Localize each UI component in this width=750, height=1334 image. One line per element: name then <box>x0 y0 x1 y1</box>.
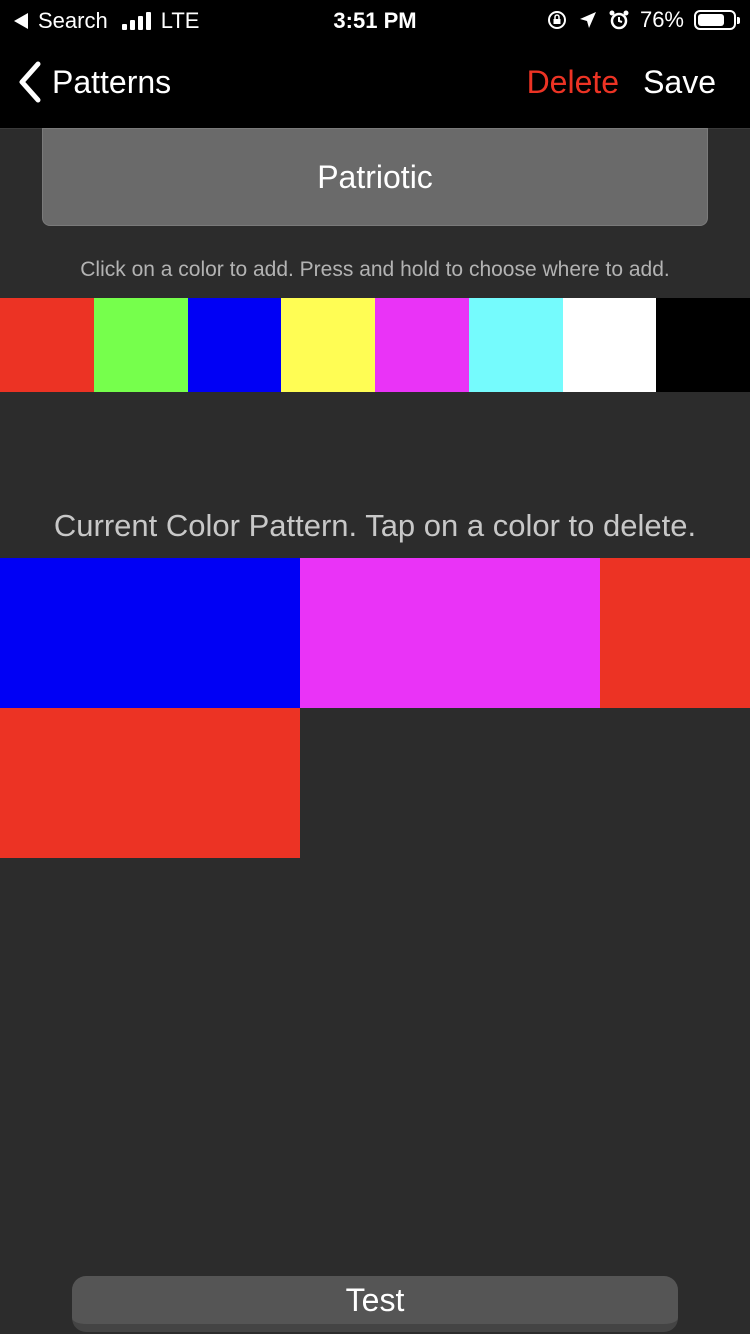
color-palette <box>0 298 750 392</box>
location-icon <box>579 12 596 28</box>
battery-icon <box>694 10 740 30</box>
add-color-hint: Click on a color to add. Press and hold … <box>80 258 670 281</box>
save-button[interactable]: Save <box>643 64 716 101</box>
orientation-lock-icon <box>547 11 566 29</box>
palette-swatch-cyan[interactable] <box>468 298 563 392</box>
navigation-bar: Patterns Delete Save <box>0 40 750 129</box>
palette-swatch-black[interactable] <box>656 298 750 392</box>
palette-swatch-yellow[interactable] <box>281 298 375 392</box>
pattern-cell-red[interactable] <box>600 558 750 708</box>
palette-swatch-green[interactable] <box>93 298 188 392</box>
current-pattern-label: Current Color Pattern. Tap on a color to… <box>53 508 697 543</box>
test-button[interactable]: Test <box>72 1276 678 1332</box>
palette-swatch-white[interactable] <box>562 298 657 392</box>
battery-percent: 76% <box>639 7 684 32</box>
pattern-name-field[interactable]: Patriotic <box>42 128 708 226</box>
screen: Search LTE 3:51 PM 76% Patterns Delete S… <box>0 0 750 1334</box>
delete-button[interactable]: Delete <box>527 64 620 101</box>
status-bar: Search LTE 3:51 PM 76% <box>0 0 750 40</box>
pattern-cell-blue[interactable] <box>0 558 300 708</box>
alarm-icon <box>609 10 629 30</box>
status-right: 76% <box>546 7 740 33</box>
palette-swatch-blue[interactable] <box>187 298 282 392</box>
palette-swatch-red[interactable] <box>0 298 94 392</box>
pattern-cell-magenta[interactable] <box>300 558 600 708</box>
nav-actions: Delete Save <box>527 64 716 101</box>
battery-fill <box>698 14 724 26</box>
palette-swatch-magenta[interactable] <box>375 298 469 392</box>
pattern-cell-red[interactable] <box>0 708 300 858</box>
back-button-label: Patterns <box>52 63 172 100</box>
back-button[interactable]: Patterns <box>16 60 171 104</box>
chevron-left-icon <box>19 61 41 103</box>
